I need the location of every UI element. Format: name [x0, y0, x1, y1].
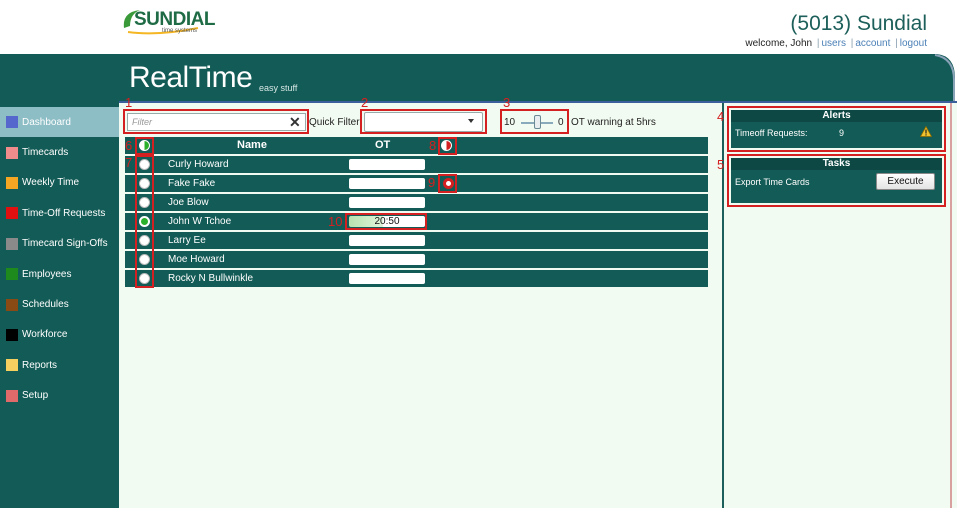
sidebar-item-dashboard[interactable]: Dashboard [0, 107, 119, 138]
table-row[interactable]: Moe Howard [125, 251, 708, 268]
page-title: RealTime [129, 61, 253, 94]
time-off-requests-icon [6, 207, 18, 220]
weekly-time-icon [6, 176, 18, 189]
annotation-label-3: 3 [503, 95, 511, 110]
annotation-label-5: 5 [717, 157, 725, 172]
employee-name: Fake Fake [168, 178, 216, 189]
annotation-box-6 [135, 137, 154, 155]
sidebar-nav: Dashboard Timecards Weekly Time Time-Off… [0, 107, 119, 411]
quick-filter-label: Quick Filter [309, 117, 360, 128]
sidebar-item-timecard-sign-offs[interactable]: Timecard Sign-Offs [0, 229, 119, 259]
annotation-box-4 [727, 106, 946, 152]
annotation-box-5 [727, 154, 946, 207]
annotation-label-7: 7 [125, 155, 133, 170]
name-column-header[interactable]: Name [237, 139, 267, 151]
sidebar-item-label: Setup [22, 390, 49, 402]
timecards-icon [6, 146, 18, 159]
logo-subtext: time systems [162, 28, 198, 34]
ot-bar [349, 235, 425, 246]
schedules-icon [6, 298, 18, 311]
sidebar-item-label: Reports [22, 359, 58, 371]
employee-name: Curly Howard [168, 159, 229, 170]
ot-warning-text: OT warning at 5hrs [571, 117, 656, 128]
sidebar-item-schedules[interactable]: Schedules [0, 289, 119, 319]
sidebar-item-label: Weekly Time [22, 177, 80, 189]
annotation-box-8 [438, 137, 457, 155]
annotation-label-1: 1 [125, 95, 133, 110]
annotation-box-10 [345, 213, 427, 230]
employees-icon [6, 268, 18, 281]
table-row[interactable]: Larry Ee [125, 232, 708, 249]
sidebar-item-label: Timecard Sign-Offs [22, 238, 108, 250]
page-subtitle: easy stuff [259, 83, 298, 93]
annotation-box-1 [123, 109, 309, 134]
sidebar: Dashboard Timecards Weekly Time Time-Off… [0, 54, 119, 508]
table-row[interactable]: Rocky N Bullwinkle [125, 270, 708, 287]
sundial-logo[interactable]: SUNDIAL time systems [118, 6, 215, 36]
table-row[interactable]: Curly Howard [125, 156, 708, 173]
dashboard-icon [6, 116, 18, 129]
sidebar-item-label: Schedules [22, 299, 69, 311]
annotation-box-3 [500, 109, 569, 134]
sidebar-item-timecards[interactable]: Timecards [0, 137, 119, 167]
ot-bar [349, 159, 425, 170]
employee-name: Rocky N Bullwinkle [168, 273, 254, 284]
sidebar-item-workforce[interactable]: Workforce [0, 320, 119, 350]
sidebar-item-employees[interactable]: Employees [0, 259, 119, 289]
sidebar-item-label: Time-Off Requests [22, 207, 106, 219]
ot-bar [349, 197, 425, 208]
table-header: Name OT [125, 137, 708, 154]
sidebar-item-label: Workforce [22, 329, 68, 341]
account-link[interactable]: account [855, 38, 890, 49]
employee-name: Joe Blow [168, 197, 209, 208]
employee-name: John W Tchoe [168, 216, 232, 227]
timecard-sign-offs-icon [6, 237, 18, 250]
header: SUNDIAL time systems (5013) Sundial welc… [0, 0, 957, 54]
welcome-text: welcome, John [745, 38, 813, 49]
users-link[interactable]: users [821, 38, 845, 49]
sidebar-item-reports[interactable]: Reports [0, 350, 119, 380]
annotation-label-4: 4 [717, 109, 725, 124]
annotation-label-9: 9 [428, 175, 436, 190]
ot-column-header[interactable]: OT [375, 139, 390, 151]
annotation-box-7 [135, 155, 154, 288]
ot-bar [349, 273, 425, 284]
employee-name: Moe Howard [168, 254, 225, 265]
table-row[interactable]: Fake Fake [125, 175, 708, 192]
annotation-box-2 [360, 109, 487, 134]
annotation-label-6: 6 [125, 138, 133, 153]
reports-icon [6, 359, 18, 372]
sidebar-item-weekly-time[interactable]: Weekly Time [0, 168, 119, 198]
ot-bar [349, 178, 425, 189]
annotation-label-2: 2 [361, 95, 369, 110]
workforce-icon [6, 328, 18, 341]
logout-link[interactable]: logout [900, 38, 927, 49]
annotation-label-8: 8 [429, 138, 437, 153]
table-row[interactable]: Joe Blow [125, 194, 708, 211]
sidebar-item-setup[interactable]: Setup [0, 381, 119, 411]
sidebar-item-time-off-requests[interactable]: Time-Off Requests [0, 198, 119, 228]
setup-icon [6, 389, 18, 402]
right-edge-line [950, 103, 952, 508]
company-title: (5013) Sundial [790, 12, 927, 35]
page-banner: RealTime easy stuff [119, 54, 957, 102]
sidebar-item-label: Employees [22, 268, 72, 280]
annotation-label-10: 10 [328, 214, 343, 229]
ot-bar [349, 254, 425, 265]
banner-corner-decoration [917, 54, 957, 102]
employee-name: Larry Ee [168, 235, 206, 246]
sidebar-item-label: Dashboard [22, 116, 71, 128]
user-bar: welcome, John | users | account | logout [745, 38, 927, 49]
sidebar-item-label: Timecards [22, 147, 69, 159]
annotation-box-9 [438, 174, 457, 193]
